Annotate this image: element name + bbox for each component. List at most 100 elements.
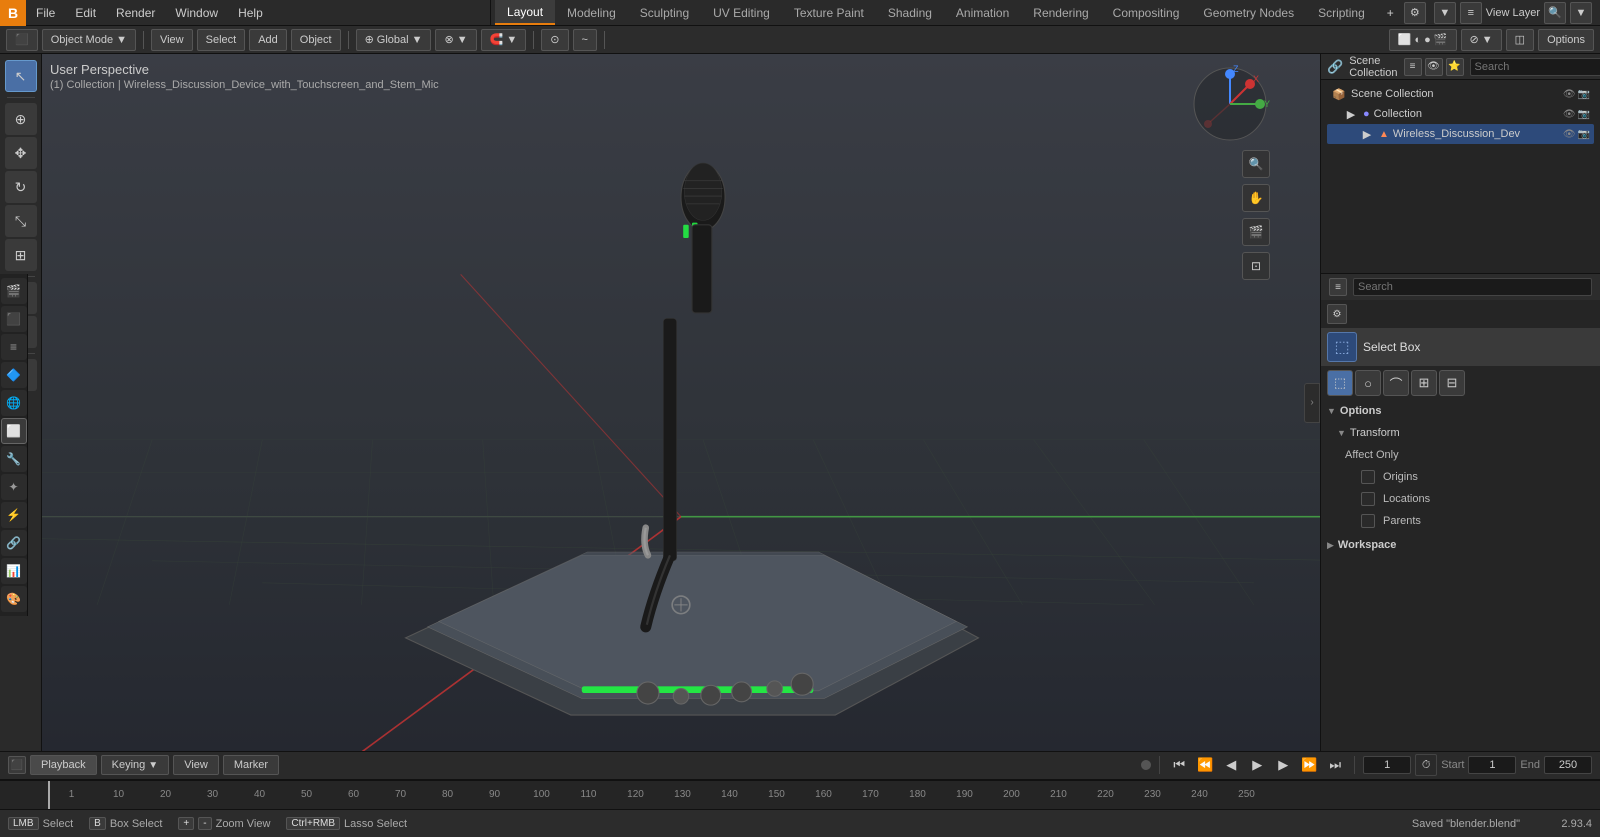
tool-transform[interactable]: ⊞ bbox=[5, 239, 37, 271]
collection-render-icon[interactable]: 📷 bbox=[1578, 109, 1590, 120]
ortho-view-btn[interactable]: ⊡ bbox=[1242, 252, 1270, 280]
prop-tab-particles[interactable]: ✦ bbox=[1, 474, 27, 500]
tab-keying[interactable]: Keying ▼ bbox=[101, 755, 170, 775]
menu-render[interactable]: Render bbox=[106, 0, 165, 25]
viewport-3d[interactable]: User Perspective (1) Collection | Wirele… bbox=[42, 54, 1320, 751]
tab-scripting[interactable]: Scripting bbox=[1306, 0, 1377, 25]
viewport-shading-btns[interactable]: ⬜◐●🎬 bbox=[1389, 29, 1457, 51]
menu-window[interactable]: Window bbox=[165, 0, 228, 25]
outliner-object[interactable]: ▶ ▲ Wireless_Discussion_Dev 👁 📷 bbox=[1327, 124, 1594, 144]
start-frame-input[interactable]: 1 bbox=[1468, 756, 1516, 774]
tab-marker[interactable]: Marker bbox=[223, 755, 279, 775]
add-menu-btn[interactable]: Add bbox=[249, 29, 287, 51]
tab-playback[interactable]: Playback bbox=[30, 755, 97, 775]
overlay-btn[interactable]: ⊘ ▼ bbox=[1461, 29, 1502, 51]
view-layer-btn[interactable]: ≡ bbox=[1460, 2, 1482, 24]
select-extra-btn[interactable]: ⊟ bbox=[1439, 370, 1465, 396]
current-frame-input[interactable]: 1 bbox=[1363, 756, 1411, 774]
tab-view-timeline[interactable]: View bbox=[173, 755, 219, 775]
proportional-edit-btn[interactable]: ⊙ bbox=[541, 29, 568, 51]
pan-btn[interactable]: ✋ bbox=[1242, 184, 1270, 212]
tab-shading[interactable]: Shading bbox=[876, 0, 944, 25]
tool-scale[interactable]: ⤡ bbox=[5, 205, 37, 237]
camera-view-btn[interactable]: 🎬 bbox=[1242, 218, 1270, 246]
tool-cursor[interactable]: ⊕ bbox=[5, 103, 37, 135]
outliner-collection[interactable]: ▶ ● Collection 👁 📷 bbox=[1327, 104, 1594, 124]
add-workspace-btn[interactable]: + bbox=[1377, 0, 1404, 25]
editor-type-btn[interactable]: ⬛ bbox=[6, 29, 38, 51]
outliner-view-btn[interactable]: ≡ bbox=[1404, 58, 1422, 76]
collection-vis-icon[interactable]: 👁 bbox=[1563, 109, 1576, 120]
object-menu-btn[interactable]: Object bbox=[291, 29, 341, 51]
next-keyframe-btn[interactable]: ⏩ bbox=[1298, 754, 1320, 776]
transform-section-header[interactable]: ▼ Transform bbox=[1321, 422, 1600, 444]
search-btn[interactable]: 🔍 bbox=[1544, 2, 1566, 24]
outliner-highlight-btn[interactable]: ⭐ bbox=[1446, 58, 1464, 76]
panel-collapse-btn[interactable]: › bbox=[1304, 383, 1320, 423]
prop-tab-scene[interactable]: 🔷 bbox=[1, 362, 27, 388]
tab-rendering[interactable]: Rendering bbox=[1021, 0, 1100, 25]
tool-move[interactable]: ✥ bbox=[5, 137, 37, 169]
tool-select[interactable]: ↖ bbox=[5, 60, 37, 92]
end-frame-input[interactable]: 250 bbox=[1544, 756, 1592, 774]
origins-checkbox[interactable] bbox=[1361, 470, 1375, 484]
tab-animation[interactable]: Animation bbox=[944, 0, 1021, 25]
outliner-scene-collection[interactable]: 📦 Scene Collection 👁 📷 bbox=[1327, 84, 1594, 104]
render-icon[interactable]: 📷 bbox=[1578, 89, 1590, 100]
jump-to-start-btn[interactable]: ⏮ bbox=[1168, 754, 1190, 776]
tab-uv-editing[interactable]: UV Editing bbox=[701, 0, 782, 25]
select-box-row[interactable]: ⬚ Select Box bbox=[1321, 328, 1600, 366]
object-vis-icon[interactable]: 👁 bbox=[1563, 129, 1576, 140]
prop-tab-view-layer[interactable]: ≡ bbox=[1, 334, 27, 360]
zoom-in-btn[interactable]: 🔍 bbox=[1242, 150, 1270, 178]
prop-tab-object[interactable]: ⬜ bbox=[1, 418, 27, 444]
menu-help[interactable]: Help bbox=[228, 0, 273, 25]
transform-orientation-btn[interactable]: ⊕ Global ▼ bbox=[356, 29, 432, 51]
prop-tab-output[interactable]: ⬛ bbox=[1, 306, 27, 332]
tab-geometry-nodes[interactable]: Geometry Nodes bbox=[1191, 0, 1306, 25]
select-menu-btn[interactable]: Select bbox=[197, 29, 246, 51]
locations-checkbox[interactable] bbox=[1361, 492, 1375, 506]
prop-tab-data[interactable]: 📊 bbox=[1, 558, 27, 584]
menu-file[interactable]: File bbox=[26, 0, 65, 25]
prop-tab-physics[interactable]: ⚡ bbox=[1, 502, 27, 528]
timeline-type-btn[interactable]: ⬛ bbox=[8, 756, 26, 774]
select-lasso-btn[interactable]: ⌒ bbox=[1383, 370, 1409, 396]
keying-dropdown[interactable]: ▼ bbox=[148, 760, 158, 771]
render-engine-btn[interactable]: ▼ bbox=[1434, 2, 1456, 24]
object-render-icon[interactable]: 📷 bbox=[1578, 129, 1590, 140]
tools-search-input[interactable] bbox=[1353, 278, 1592, 296]
play-btn[interactable]: ▶ bbox=[1246, 754, 1268, 776]
axis-gizmo[interactable]: Z X Y bbox=[1190, 64, 1270, 144]
scene-selector[interactable]: ⚙ bbox=[1404, 2, 1426, 24]
tab-layout[interactable]: Layout bbox=[495, 0, 555, 25]
options-section-header[interactable]: ▼ Options bbox=[1321, 400, 1600, 422]
view-menu-btn[interactable]: View bbox=[151, 29, 193, 51]
options-btn[interactable]: Options bbox=[1538, 29, 1594, 51]
tab-compositing[interactable]: Compositing bbox=[1101, 0, 1192, 25]
filter-btn[interactable]: ▼ bbox=[1570, 2, 1592, 24]
object-mode-btn[interactable]: Object Mode ▼ bbox=[42, 29, 136, 51]
tab-texture-paint[interactable]: Texture Paint bbox=[782, 0, 876, 25]
select-tool-icon[interactable]: ⚙ bbox=[1327, 304, 1347, 324]
pivot-btn[interactable]: ⊗ ▼ bbox=[435, 29, 476, 51]
tab-sculpting[interactable]: Sculpting bbox=[628, 0, 701, 25]
menu-edit[interactable]: Edit bbox=[65, 0, 106, 25]
prop-tab-material[interactable]: 🎨 bbox=[1, 586, 27, 612]
fps-icon[interactable]: ⏱ bbox=[1415, 754, 1437, 776]
outliner-filter-btn[interactable]: 👁 bbox=[1425, 58, 1443, 76]
next-frame-btn[interactable]: ▶ bbox=[1272, 754, 1294, 776]
tool-rotate[interactable]: ↻ bbox=[5, 171, 37, 203]
tools-view-btn[interactable]: ≡ bbox=[1329, 278, 1347, 296]
outliner-search-input[interactable] bbox=[1470, 58, 1600, 76]
select-circle-btn[interactable]: ○ bbox=[1355, 370, 1381, 396]
tab-modeling[interactable]: Modeling bbox=[555, 0, 628, 25]
select-all-btn[interactable]: ⊞ bbox=[1411, 370, 1437, 396]
select-box-btn[interactable]: ⬚ bbox=[1327, 370, 1353, 396]
prop-tab-world[interactable]: 🌐 bbox=[1, 390, 27, 416]
workspace-section-header[interactable]: ▶ Workspace bbox=[1321, 532, 1600, 558]
snap-btn[interactable]: 🧲 ▼ bbox=[481, 29, 527, 51]
prop-tab-render[interactable]: 🎬 bbox=[1, 278, 27, 304]
prev-keyframe-btn[interactable]: ⏪ bbox=[1194, 754, 1216, 776]
visibility-icon[interactable]: 👁 bbox=[1563, 89, 1576, 100]
